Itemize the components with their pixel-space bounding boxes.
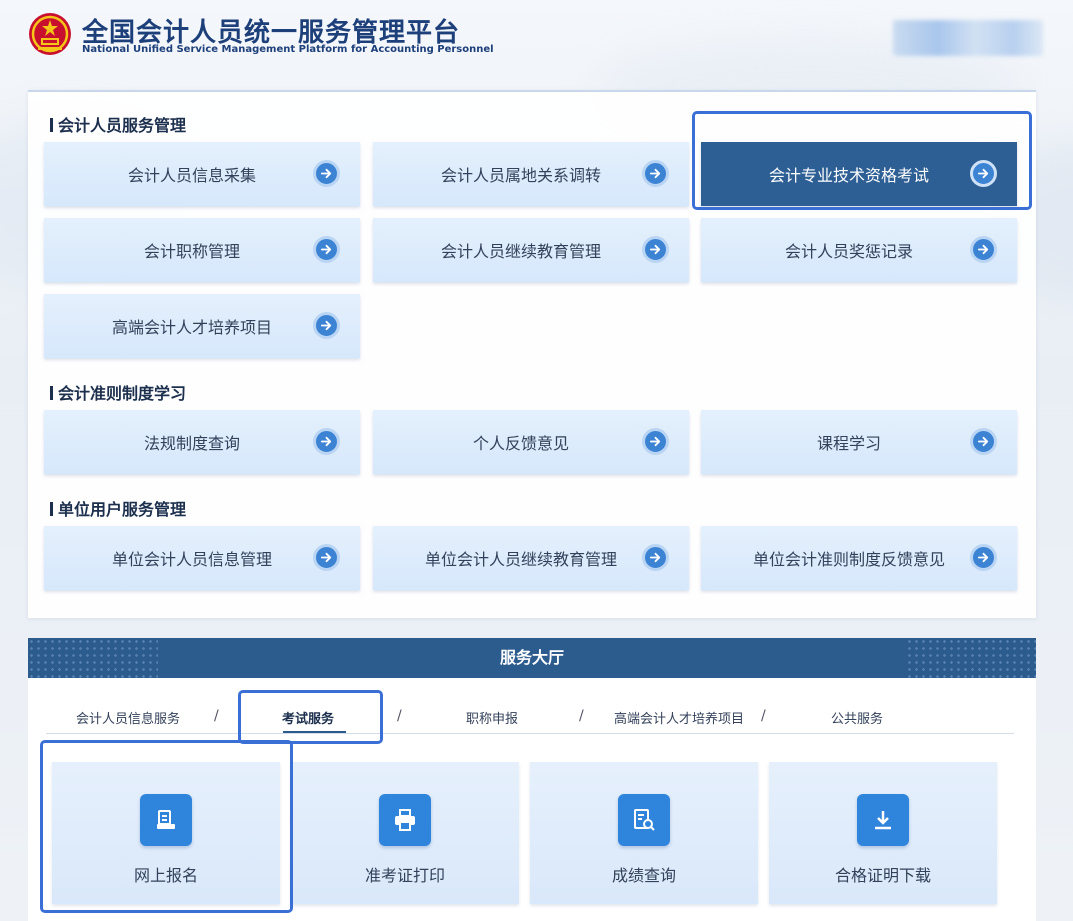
tab-personnel-info-service[interactable]: 会计人员信息服务 bbox=[76, 708, 180, 727]
arrow-right-icon bbox=[970, 544, 997, 571]
service-hall-title: 服务大厅 bbox=[499, 648, 564, 667]
arrow-right-icon bbox=[313, 544, 340, 571]
tab-talent-program[interactable]: 高端会计人才培养项目 bbox=[614, 708, 744, 727]
arrow-right-icon bbox=[642, 236, 669, 263]
card-title-management[interactable]: 会计职称管理 bbox=[44, 218, 360, 282]
services-panel: 会计人员服务管理 会计人员信息采集 会计人员属地关系调转 会计专业技术资格考试 … bbox=[28, 90, 1036, 618]
card-unit-standards-feedback[interactable]: 单位会计准则制度反馈意见 bbox=[701, 526, 1017, 590]
tab-separator: / bbox=[579, 708, 584, 724]
section-title-accounting-services: 会计人员服务管理 bbox=[50, 112, 186, 136]
card-regulation-query[interactable]: 法规制度查询 bbox=[44, 410, 360, 474]
tile-admission-ticket-print[interactable]: 准考证打印 bbox=[291, 762, 519, 904]
card-territorial-transfer[interactable]: 会计人员属地关系调转 bbox=[373, 142, 689, 206]
tab-exam-service[interactable]: 考试服务 bbox=[282, 708, 334, 727]
arrow-right-icon bbox=[642, 160, 669, 187]
card-info-collection[interactable]: 会计人员信息采集 bbox=[44, 142, 360, 206]
active-tab-underline bbox=[283, 731, 346, 733]
tab-title-application[interactable]: 职称申报 bbox=[466, 708, 518, 727]
section-title-standards-learning: 会计准则制度学习 bbox=[50, 380, 186, 404]
card-rewards-records[interactable]: 会计人员奖惩记录 bbox=[701, 218, 1017, 282]
arrow-right-icon bbox=[313, 160, 340, 187]
tab-separator: / bbox=[214, 708, 219, 724]
user-info-blurred[interactable] bbox=[893, 20, 1043, 56]
tab-public-service[interactable]: 公共服务 bbox=[831, 708, 883, 727]
card-talent-program[interactable]: 高端会计人才培养项目 bbox=[44, 294, 360, 358]
card-continuing-education[interactable]: 会计人员继续教育管理 bbox=[373, 218, 689, 282]
tile-certificate-download[interactable]: 合格证明下载 bbox=[769, 762, 997, 904]
printer-icon bbox=[379, 794, 431, 846]
registration-icon bbox=[140, 794, 192, 846]
tile-online-registration[interactable]: 网上报名 bbox=[52, 762, 280, 904]
arrow-right-icon bbox=[970, 236, 997, 263]
card-course-learning[interactable]: 课程学习 bbox=[701, 410, 1017, 474]
tile-score-query[interactable]: 成绩查询 bbox=[530, 762, 758, 904]
card-unit-continuing-education[interactable]: 单位会计人员继续教育管理 bbox=[373, 526, 689, 590]
arrow-right-icon bbox=[642, 544, 669, 571]
download-icon bbox=[857, 794, 909, 846]
tile-label: 成绩查询 bbox=[611, 866, 676, 885]
card-unit-info-management[interactable]: 单位会计人员信息管理 bbox=[44, 526, 360, 590]
card-qualification-exam[interactable]: 会计专业技术资格考试 bbox=[701, 142, 1017, 206]
arrow-right-icon bbox=[970, 160, 997, 187]
arrow-right-icon bbox=[313, 236, 340, 263]
page-header: 全国会计人员统一服务管理平台 National Unified Service … bbox=[0, 0, 1073, 90]
platform-subtitle: National Unified Service Management Plat… bbox=[82, 44, 494, 55]
section-title-unit-services: 单位用户服务管理 bbox=[50, 496, 186, 520]
arrow-right-icon bbox=[313, 312, 340, 339]
arrow-right-icon bbox=[313, 428, 340, 455]
card-personal-feedback[interactable]: 个人反馈意见 bbox=[373, 410, 689, 474]
service-hall: 服务大厅 会计人员信息服务 / 考试服务 / 职称申报 / 高端会计人才培养项目… bbox=[28, 638, 1036, 921]
arrow-right-icon bbox=[970, 428, 997, 455]
service-hall-header: 服务大厅 bbox=[28, 638, 1036, 678]
tile-label: 合格证明下载 bbox=[834, 866, 931, 885]
tile-label: 网上报名 bbox=[133, 866, 198, 885]
tile-label: 准考证打印 bbox=[364, 866, 445, 885]
tab-separator: / bbox=[397, 708, 402, 724]
tab-separator: / bbox=[761, 708, 766, 724]
national-emblem-icon bbox=[29, 13, 71, 55]
service-tabs: 会计人员信息服务 / 考试服务 / 职称申报 / 高端会计人才培养项目 / 公共… bbox=[46, 700, 1014, 734]
score-search-icon bbox=[618, 794, 670, 846]
arrow-right-icon bbox=[642, 428, 669, 455]
